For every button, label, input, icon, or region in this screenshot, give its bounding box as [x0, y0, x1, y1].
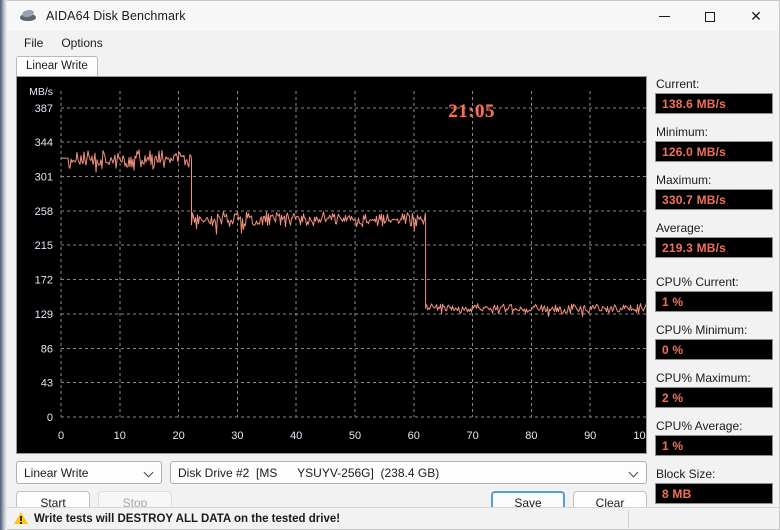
window-controls: ✕ [641, 1, 779, 32]
svg-text:MB/s: MB/s [29, 86, 53, 98]
statistics-panel: Current: 138.6 MB/s Minimum: 126.0 MB/s Maxi… [655, 76, 773, 507]
status-separator [628, 510, 629, 528]
stat-value-readout: 1 % [655, 291, 773, 312]
maximize-icon [705, 11, 715, 22]
status-bar: Write tests will DESTROY ALL DATA on the… [7, 507, 779, 529]
svg-text:60: 60 [408, 430, 420, 442]
stat-label: CPU% Minimum: [656, 323, 748, 337]
svg-text:172: 172 [35, 275, 53, 287]
minimize-icon [658, 16, 670, 17]
chevron-down-icon [629, 467, 640, 478]
stat-value-readout: 138.6 MB/s [655, 93, 773, 114]
chart-canvas: 0 43 86 129 172 215 258 301 344 387 0 10 20 30 40 50 60 7… [29, 86, 647, 442]
stat-value-readout: 2 % [655, 387, 773, 408]
stat-value-readout: 219.3 MB/s [655, 237, 773, 258]
svg-text:10: 10 [114, 430, 126, 442]
svg-text:0: 0 [58, 430, 64, 442]
svg-text:43: 43 [41, 378, 53, 390]
stat-value-readout: 8 MB [655, 483, 773, 504]
svg-text:301: 301 [35, 171, 53, 183]
stat-label: CPU% Average: [656, 419, 743, 433]
svg-text:387: 387 [35, 103, 53, 115]
menu-item-options[interactable]: Options [52, 34, 111, 52]
chart-and-controls-column: 0 43 86 129 172 215 258 301 344 387 0 10 20 30 40 50 60 7… [16, 76, 647, 515]
stat-label: Minimum: [656, 125, 709, 139]
stat-value-readout: 330.7 MB/s [655, 189, 773, 210]
test-type-select[interactable]: Linear Write [16, 461, 162, 484]
title-bar: AIDA64 Disk Benchmark ✕ [7, 1, 779, 32]
tab-linear-write[interactable]: Linear Write [16, 56, 98, 76]
status-message: Write tests will DESTROY ALL DATA on the… [34, 512, 341, 525]
svg-text:100 %: 100 % [633, 430, 647, 442]
stat-value-readout: 1 % [655, 435, 773, 456]
benchmark-chart: 0 43 86 129 172 215 258 301 344 387 0 10 20 30 40 50 60 7… [16, 76, 647, 454]
warning-icon [14, 512, 28, 525]
svg-text:86: 86 [41, 343, 53, 355]
background-window-sliver [0, 0, 7, 530]
stat-label: CPU% Maximum: [656, 371, 751, 385]
svg-text:344: 344 [35, 137, 53, 149]
aida64-disk-benchmark-window: AIDA64 Disk Benchmark ✕ File Options Lin… [7, 0, 780, 530]
screen: AIDA64 Disk Benchmark ✕ File Options Lin… [0, 0, 780, 530]
disk-icon [19, 8, 37, 24]
content-area: 0 43 86 129 172 215 258 301 344 387 0 10 20 30 40 50 60 7… [7, 76, 779, 515]
drive-select[interactable]: Disk Drive #2 [MS YSUYV-256G] (238.4 GB) [170, 461, 647, 484]
stat-label: Block Size: [656, 467, 716, 481]
drive-value: Disk Drive #2 [MS YSUYV-256G] (238.4 GB) [178, 465, 440, 480]
menu-item-file[interactable]: File [15, 34, 52, 52]
svg-text:80: 80 [525, 430, 537, 442]
svg-text:258: 258 [35, 206, 53, 218]
tab-strip: Linear Write [7, 54, 779, 76]
menu-bar: File Options [7, 32, 779, 54]
svg-text:0: 0 [47, 412, 53, 424]
window-title: AIDA64 Disk Benchmark [46, 9, 186, 23]
svg-text:50: 50 [349, 430, 361, 442]
svg-text:40: 40 [290, 430, 302, 442]
selectors-row: Linear Write Disk Drive #2 [MS YSUYV-256… [16, 461, 647, 484]
stat-label: Average: [656, 221, 704, 235]
close-icon: ✕ [750, 8, 762, 25]
close-button[interactable]: ✕ [733, 1, 779, 32]
chevron-down-icon [144, 467, 155, 478]
control-panel: Linear Write Disk Drive #2 [MS YSUYV-256… [16, 454, 647, 515]
maximize-button[interactable] [687, 1, 733, 32]
stat-value-readout: 126.0 MB/s [655, 141, 773, 162]
test-type-value: Linear Write [24, 465, 89, 480]
svg-text:30: 30 [231, 430, 243, 442]
svg-text:20: 20 [172, 430, 184, 442]
minimize-button[interactable] [641, 1, 687, 32]
stat-label: Current: [656, 77, 700, 91]
svg-text:70: 70 [466, 430, 478, 442]
stat-value-readout: 0 % [655, 339, 773, 360]
stat-label: CPU% Current: [656, 275, 739, 289]
svg-text:90: 90 [584, 430, 596, 442]
svg-text:215: 215 [35, 240, 53, 252]
elapsed-time-readout: 21:05 [448, 100, 496, 122]
stat-label: Maximum: [656, 173, 712, 187]
svg-text:129: 129 [35, 309, 53, 321]
